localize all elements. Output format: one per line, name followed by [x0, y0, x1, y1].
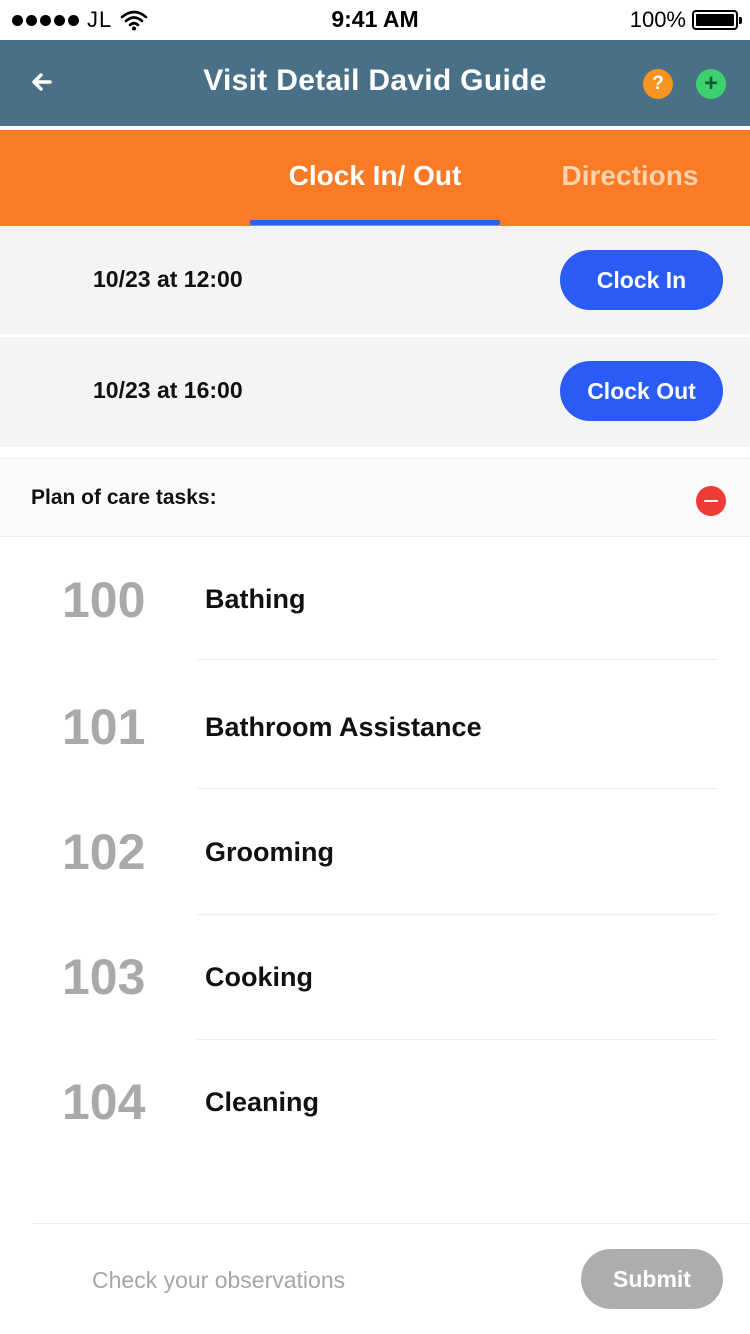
task-item-cleaning[interactable]: 104 Cleaning — [0, 1039, 750, 1164]
battery-percentage: 100% — [629, 7, 686, 32]
task-item-cooking[interactable]: 103 Cooking — [0, 914, 750, 1040]
clock-in-time: 10/23 at 12:00 — [93, 266, 243, 292]
task-name: Cleaning — [205, 1087, 320, 1117]
task-name: Bathing — [205, 584, 306, 614]
add-icon[interactable]: + — [696, 69, 726, 99]
battery-icon — [692, 10, 742, 30]
task-code: 102 — [62, 824, 146, 880]
clock-in-row: 10/23 at 12:00 Clock In — [0, 226, 750, 336]
task-code: 104 — [62, 1074, 146, 1130]
observations-input[interactable] — [80, 1255, 560, 1305]
page-title: Visit Detail David Guide — [203, 64, 547, 97]
task-item-grooming[interactable]: 102 Grooming — [0, 789, 750, 915]
clock-out-button[interactable]: Clock Out — [560, 361, 723, 421]
active-tab-indicator — [250, 220, 500, 225]
task-name: Cooking — [205, 962, 313, 992]
task-divider — [197, 659, 717, 660]
app-header: Visit Detail David Guide ? + — [0, 40, 750, 128]
task-code: 101 — [62, 699, 146, 755]
tab-directions[interactable]: Directions — [530, 160, 730, 192]
plan-of-care-title: Plan of care tasks: — [31, 486, 217, 509]
clock-out-time: 10/23 at 16:00 — [93, 377, 243, 403]
task-name: Grooming — [205, 837, 334, 867]
status-bar: JL 9:41 AM 100% — [0, 0, 750, 40]
task-item-bathing[interactable]: 100 Bathing — [0, 537, 750, 662]
tab-bar: Clock In/ Out Directions — [0, 130, 750, 226]
task-code: 103 — [62, 949, 146, 1005]
help-icon[interactable]: ? — [643, 69, 673, 99]
status-right: 100% — [629, 7, 742, 33]
task-code: 100 — [62, 572, 146, 628]
footer-divider — [32, 1223, 750, 1224]
clock-in-button[interactable]: Clock In — [560, 250, 723, 310]
task-name: Bathroom Assistance — [205, 712, 482, 742]
plan-of-care-header: Plan of care tasks: — [0, 458, 750, 537]
task-item-bathroom-assistance[interactable]: 101 Bathroom Assistance — [0, 662, 750, 789]
clock-out-row: 10/23 at 16:00 Clock Out — [0, 337, 750, 447]
submit-button[interactable]: Submit — [581, 1249, 723, 1309]
tab-clock-in-out[interactable]: Clock In/ Out — [250, 160, 500, 192]
collapse-minus-icon[interactable] — [696, 486, 726, 516]
